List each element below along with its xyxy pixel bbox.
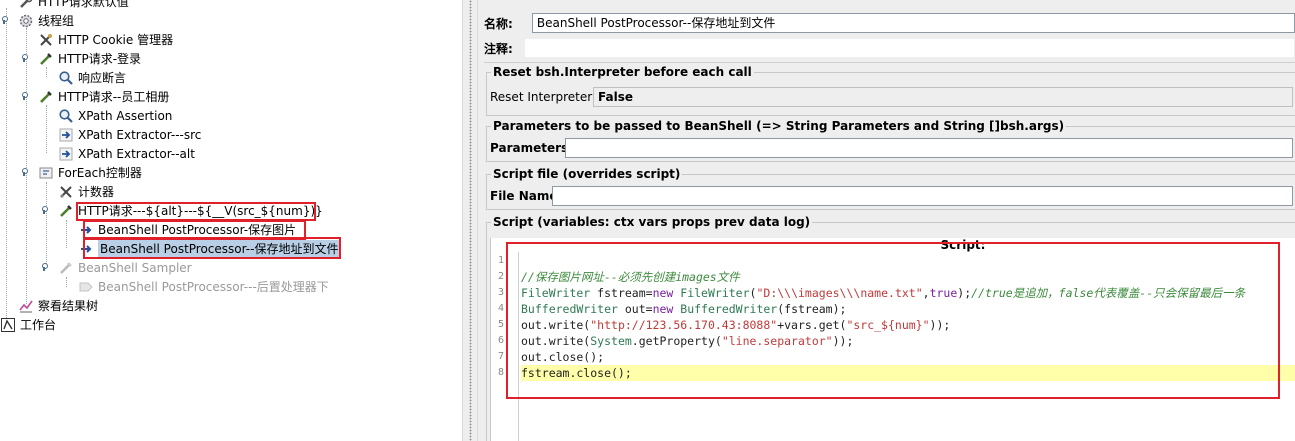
line-number: 8 [497,367,504,378]
comment-row: 注释: [484,38,1295,58]
workbench-icon [0,317,16,333]
line-number: 3 [497,287,504,298]
params-label: Parameters: [490,141,573,155]
extractor-icon [58,127,74,143]
expand-handle[interactable] [22,52,31,62]
divider-grip [469,0,472,441]
parameters-field[interactable] [565,138,1293,158]
expand-handle[interactable] [42,204,51,214]
line-number: 6 [497,335,504,346]
tree-item-label: XPath Extractor---src [78,127,202,142]
file-name-field[interactable] [552,186,1293,206]
name-label: 名称: [484,16,513,31]
pipette-icon [58,260,74,276]
tree-item[interactable]: HTTP请求默认值 [18,0,129,11]
wrench-icon [18,0,34,10]
highlight-box [506,242,1280,399]
expand-handle[interactable] [2,14,11,24]
magnifier-icon [58,70,74,86]
wrench-icon [38,32,54,48]
line-number: 2 [497,271,504,282]
file-label: File Name: [490,189,563,203]
tree-item-label: XPath Assertion [78,108,173,123]
tree-item-label: ForEach控制器 [58,166,142,180]
tree-item-label: 察看结果树 [38,299,99,313]
reset-group-title: Reset bsh.Interpreter before each call [491,65,754,79]
tree-item-label: HTTP请求-登录 [58,52,142,66]
expand-handle[interactable] [42,261,51,271]
tree-guide-foreach [46,182,47,268]
test-plan-tree[interactable]: HTTP请求默认值 线程组 HTTP Cookie 管理器 HTTP请求-登录 … [0,0,462,441]
tree-item-label: 工作台 [20,318,57,332]
magnifier-icon [58,108,74,124]
tree-item[interactable]: ForEach控制器 [38,163,142,182]
line-number: 5 [497,319,504,330]
tree-guide-album [46,105,47,153]
extractor-icon [58,146,74,162]
reset-row: Reset Interpreter: False [490,87,1295,107]
tree-item[interactable]: BeanShell PostProcessor---后置处理器下 [78,277,329,296]
scissors-icon [58,184,74,200]
pipette-icon [38,51,54,67]
tree-item-label: HTTP请求--员工相册 [58,90,170,104]
file-row: File Name: [490,186,1295,206]
split-pane-divider[interactable] [462,0,478,441]
tree-guide-root [6,8,7,324]
tree-item[interactable]: HTTP Cookie 管理器 [38,30,173,49]
controller-icon [38,165,54,181]
element-config-panel: 名称: BeanShell PostProcessor--保存地址到文件 注释:… [478,0,1295,441]
tree-item[interactable]: HTTP请求--员工相册 [38,87,169,106]
tree-item[interactable]: 线程组 [18,11,74,30]
tree-item-label: 计数器 [78,185,115,199]
params-group-title: Parameters to be passed to BeanShell (=>… [491,119,1067,133]
expand-handle[interactable] [22,166,31,176]
name-field[interactable]: BeanShell PostProcessor--保存地址到文件 [531,13,1295,33]
script-group-title: Script (variables: ctx vars props prev d… [491,215,813,229]
tree-item[interactable]: BeanShell Sampler [58,258,192,277]
tree-guide-sampler [66,277,67,287]
reset-interpreter-select[interactable]: False [593,87,1293,107]
tree-item[interactable]: 工作台 [0,315,56,334]
tree-guide-login [46,67,47,77]
line-number: 7 [497,351,504,362]
pipette-icon [38,89,54,105]
line-number: 1 [497,255,504,266]
tree-item-label: HTTP Cookie 管理器 [58,33,174,47]
tree-item[interactable]: 计数器 [58,182,114,201]
tree-item[interactable]: 察看结果树 [18,296,98,315]
comment-label: 注释: [484,41,513,56]
gear-icon [18,13,34,29]
extractor-icon [78,279,94,295]
pipette-icon [58,203,74,219]
params-row: Parameters: [490,138,1295,158]
tree-guide-http-loop [66,220,67,248]
tree-item[interactable]: XPath Assertion [58,106,172,125]
comment-field[interactable] [523,38,1295,58]
name-row: 名称: BeanShell PostProcessor--保存地址到文件 [484,13,1295,33]
divider [484,62,1295,63]
tree-item[interactable]: 响应断言 [58,68,126,87]
expand-handle[interactable] [22,90,31,100]
chart-icon [18,298,34,314]
file-group-title: Script file (overrides script) [491,167,683,181]
tree-item[interactable]: HTTP请求-登录 [38,49,141,68]
tree-item-label: HTTP请求默认值 [38,0,129,9]
highlight-box [76,202,316,221]
line-number: 4 [497,303,504,314]
highlight-box [83,237,341,259]
tree-item[interactable]: XPath Extractor---src [58,125,201,144]
reset-label: Reset Interpreter: [490,90,597,104]
tree-item-label: 响应断言 [78,71,127,85]
tree-item-label: 线程组 [38,14,75,28]
tree-item-label: BeanShell PostProcessor---后置处理器下 [98,280,329,294]
tree-item-label: XPath Extractor--alt [78,146,195,161]
tree-item[interactable]: XPath Extractor--alt [58,144,195,163]
tree-item-label: BeanShell Sampler [78,260,192,275]
